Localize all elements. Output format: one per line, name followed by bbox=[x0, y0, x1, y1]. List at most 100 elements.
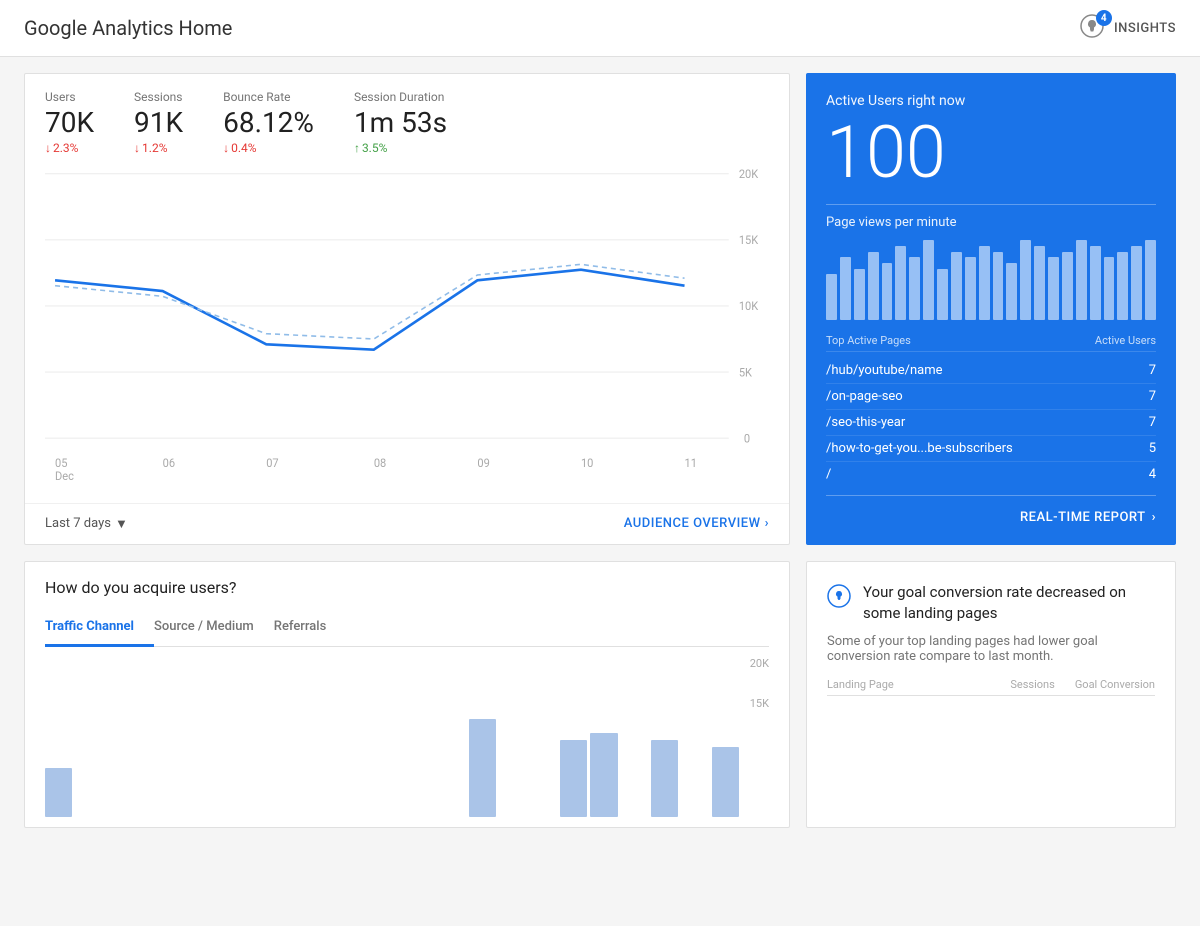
bounce-value: 68.12% bbox=[223, 108, 314, 139]
svg-text:Dec: Dec bbox=[55, 468, 74, 482]
page-views-bar-chart bbox=[826, 240, 1156, 320]
metrics-top: Users 70K ↓ 2.3% Sessions 91K ↓ 1.2% bbox=[25, 74, 789, 163]
insights-button[interactable]: 4 INSIGHTS bbox=[1080, 14, 1176, 42]
real-time-report-link[interactable]: REAL-TIME REPORT › bbox=[826, 495, 1156, 525]
acquire-bar bbox=[712, 747, 739, 817]
line-chart-svg: 20K 15K 10K 5K 0 05 Dec 06 07 08 09 bbox=[45, 163, 769, 483]
insight-col-goal: Goal Conversion bbox=[1075, 678, 1155, 691]
acquire-card: How do you acquire users? Traffic Channe… bbox=[24, 561, 790, 828]
bounce-change-value: 0.4% bbox=[231, 141, 256, 155]
active-users-title: Active Users right now bbox=[826, 93, 1156, 109]
top-page-users: 7 bbox=[1149, 415, 1156, 430]
top-page-path: /on-page-seo bbox=[826, 389, 903, 404]
page-view-bar bbox=[1034, 246, 1045, 320]
page-view-bar bbox=[1006, 263, 1017, 320]
page-view-bar bbox=[1117, 252, 1128, 321]
top-page-users: 7 bbox=[1149, 363, 1156, 378]
top-page-path: / bbox=[826, 467, 831, 482]
duration-arrow: ↑ bbox=[354, 141, 360, 155]
page-view-bar bbox=[1090, 246, 1101, 320]
real-time-arrow-icon: › bbox=[1152, 510, 1156, 525]
page-view-bar bbox=[854, 269, 865, 320]
duration-value: 1m 53s bbox=[354, 108, 447, 139]
main-content: Users 70K ↓ 2.3% Sessions 91K ↓ 1.2% bbox=[0, 57, 1200, 844]
metric-session-duration: Session Duration 1m 53s ↑ 3.5% bbox=[354, 90, 447, 155]
tab-traffic-channel[interactable]: Traffic Channel bbox=[45, 609, 154, 647]
date-range-selector[interactable]: Last 7 days ▼ bbox=[45, 516, 128, 532]
sessions-value: 91K bbox=[134, 108, 183, 139]
page-view-bar bbox=[868, 252, 879, 321]
svg-text:10: 10 bbox=[581, 455, 593, 469]
svg-text:11: 11 bbox=[685, 455, 697, 469]
top-page-row: /how-to-get-you...be-subscribers 5 bbox=[826, 436, 1156, 462]
users-arrow: ↓ bbox=[45, 141, 51, 155]
svg-text:07: 07 bbox=[266, 455, 278, 469]
duration-change-value: 3.5% bbox=[362, 141, 387, 155]
page-view-bar bbox=[1062, 252, 1073, 321]
duration-change: ↑ 3.5% bbox=[354, 141, 447, 155]
page-view-bar bbox=[951, 252, 962, 321]
active-users-card: Active Users right now 100 Page views pe… bbox=[806, 73, 1176, 545]
svg-text:20K: 20K bbox=[739, 166, 759, 180]
top-pages-header: Top Active Pages Active Users bbox=[826, 334, 1156, 352]
page-header: Google Analytics Home 4 INSIGHTS bbox=[0, 0, 1200, 57]
acquire-bar bbox=[469, 719, 496, 817]
acquire-bar bbox=[590, 733, 617, 817]
insights-icon-wrap: 4 bbox=[1080, 14, 1108, 42]
page-view-bar bbox=[1145, 240, 1156, 320]
insight-header: Your goal conversion rate decreased on s… bbox=[827, 582, 1155, 624]
top-page-path: /hub/youtube/name bbox=[826, 363, 943, 378]
metric-users: Users 70K ↓ 2.3% bbox=[45, 90, 94, 155]
insight-icon bbox=[827, 584, 851, 613]
users-change: ↓ 2.3% bbox=[45, 141, 94, 155]
page-view-bar bbox=[979, 246, 990, 320]
duration-label: Session Duration bbox=[354, 90, 447, 104]
svg-text:09: 09 bbox=[477, 455, 489, 469]
page-view-bar bbox=[1020, 240, 1031, 320]
top-row: Users 70K ↓ 2.3% Sessions 91K ↓ 1.2% bbox=[24, 73, 1176, 545]
users-label: Users bbox=[45, 90, 94, 104]
page-view-bar bbox=[1048, 257, 1059, 320]
svg-text:10K: 10K bbox=[739, 299, 759, 313]
acquire-bar bbox=[560, 740, 587, 817]
insight-col-landing: Landing Page bbox=[827, 678, 894, 691]
sessions-label: Sessions bbox=[134, 90, 183, 104]
top-page-path: /seo-this-year bbox=[826, 415, 905, 430]
top-page-row: /4 bbox=[826, 462, 1156, 487]
audience-overview-label: AUDIENCE OVERVIEW bbox=[624, 516, 761, 531]
active-users-count: 100 bbox=[826, 113, 1156, 192]
top-page-users: 5 bbox=[1149, 441, 1156, 456]
svg-text:5K: 5K bbox=[739, 365, 753, 379]
insights-label: INSIGHTS bbox=[1114, 21, 1176, 36]
acquire-bar bbox=[45, 768, 72, 817]
svg-text:06: 06 bbox=[163, 455, 175, 469]
insight-table-header: Landing Page Sessions Goal Conversion bbox=[827, 678, 1155, 696]
page-view-bar bbox=[1104, 257, 1115, 320]
top-page-row: /hub/youtube/name 7 bbox=[826, 358, 1156, 384]
bounce-arrow: ↓ bbox=[223, 141, 229, 155]
sessions-change: ↓ 1.2% bbox=[134, 141, 183, 155]
top-page-path: /how-to-get-you...be-subscribers bbox=[826, 441, 1013, 456]
top-page-row: /on-page-seo 7 bbox=[826, 384, 1156, 410]
tab-referrals[interactable]: Referrals bbox=[274, 609, 347, 647]
real-time-report-label: REAL-TIME REPORT bbox=[1020, 510, 1146, 525]
top-page-users: 7 bbox=[1149, 389, 1156, 404]
users-change-value: 2.3% bbox=[53, 141, 78, 155]
sessions-change-value: 1.2% bbox=[142, 141, 167, 155]
page-view-bar bbox=[840, 257, 851, 320]
audience-overview-arrow-icon: › bbox=[765, 516, 769, 531]
page-view-bar bbox=[826, 274, 837, 320]
acquire-header: How do you acquire users? Traffic Channe… bbox=[25, 562, 789, 647]
bottom-row: How do you acquire users? Traffic Channe… bbox=[24, 561, 1176, 828]
audience-overview-link[interactable]: AUDIENCE OVERVIEW › bbox=[624, 516, 769, 531]
page-title: Google Analytics Home bbox=[24, 16, 232, 40]
tab-source-medium[interactable]: Source / Medium bbox=[154, 609, 274, 647]
acquire-y-label-15k: 15K bbox=[750, 697, 769, 710]
page-view-bar bbox=[909, 257, 920, 320]
page-view-bar bbox=[895, 246, 906, 320]
active-divider bbox=[826, 204, 1156, 205]
acquire-y-label-20k: 20K bbox=[750, 657, 769, 670]
top-pages-right-header: Active Users bbox=[1095, 334, 1156, 347]
svg-text:15K: 15K bbox=[739, 233, 759, 247]
page-view-bar bbox=[965, 257, 976, 320]
